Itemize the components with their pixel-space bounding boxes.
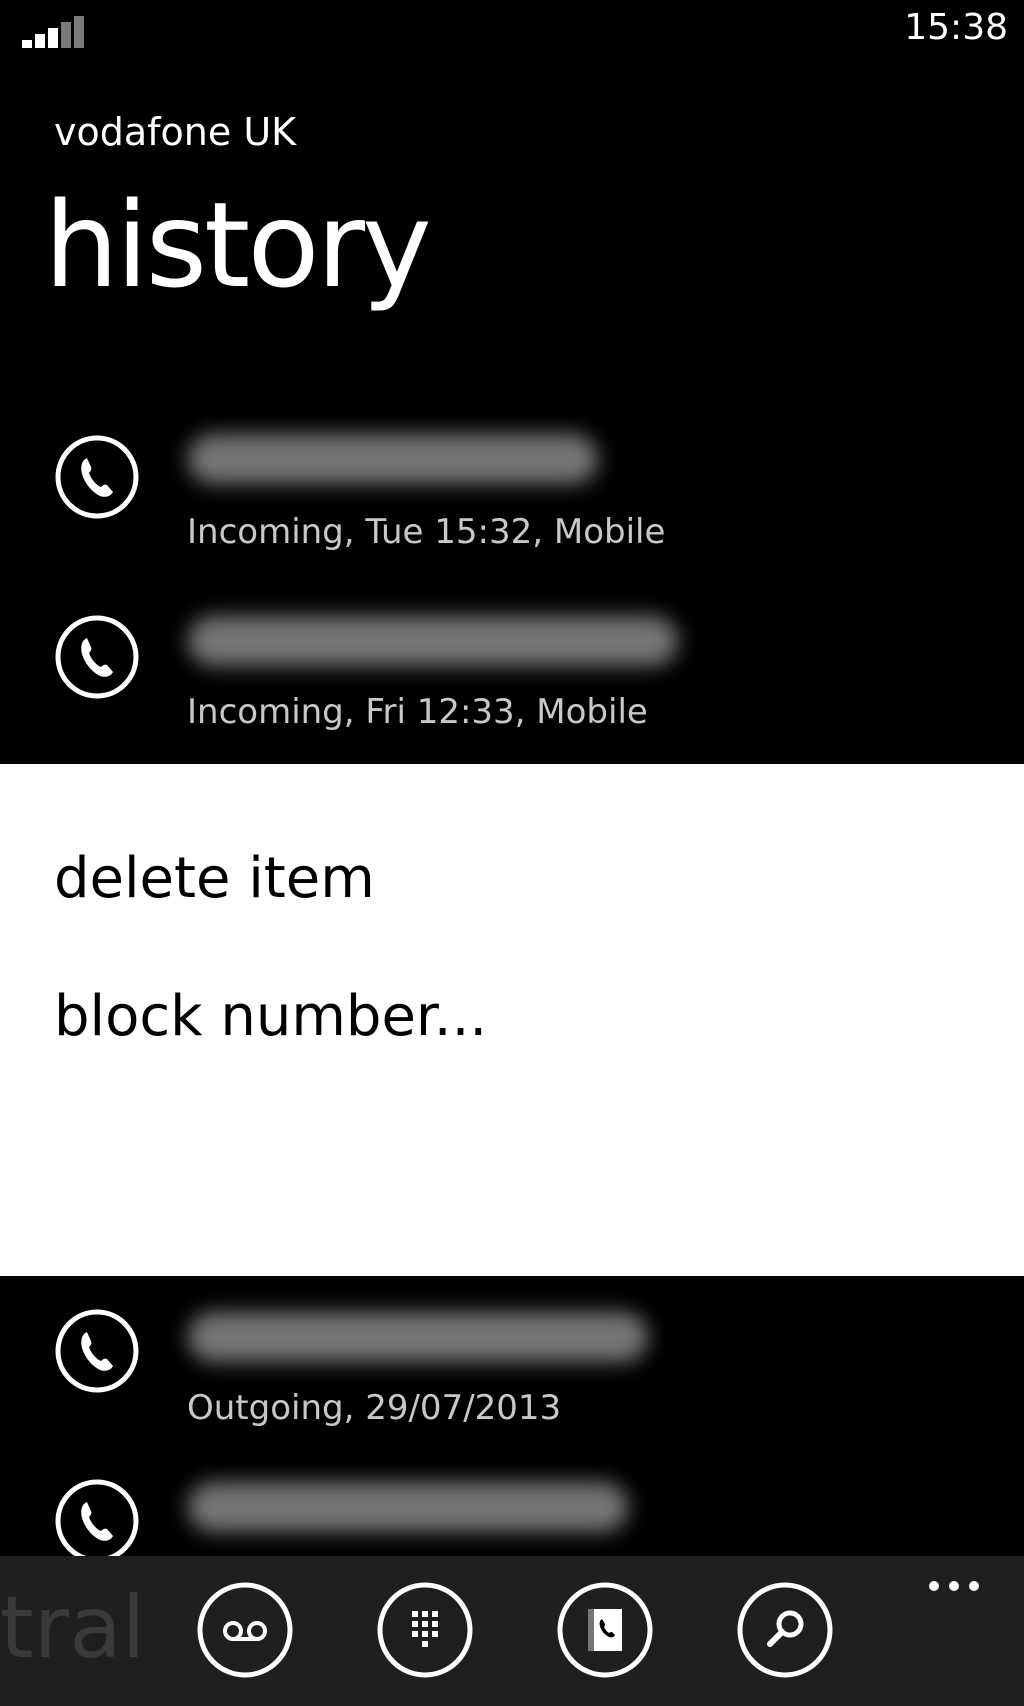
contact-name-blurred [188,434,598,484]
status-bar: 15:38 [0,0,1024,60]
phone-icon [55,1309,139,1393]
phone-icon [55,615,139,699]
status-clock: 15:38 [904,7,1008,48]
call-detail: Outgoing, 29/07/2013 [187,1388,562,1428]
voicemail-icon[interactable] [196,1581,294,1679]
call-history-item[interactable]: Incoming, Fri 12:33, Mobile [0,594,1024,754]
contact-name-blurred [188,1312,648,1362]
menu-item-delete-item[interactable]: delete item [54,844,375,914]
context-menu: delete item block number... [0,764,1024,1276]
more-dots-icon[interactable] [924,1572,984,1600]
call-history-item[interactable] [0,1462,1024,1556]
contacts-icon[interactable] [556,1581,654,1679]
phone-icon [55,435,139,519]
page-title: history [44,176,432,314]
call-detail: Incoming, Fri 12:33, Mobile [187,692,648,732]
app-bar: tral [0,1556,1024,1706]
watermark-text: tral [0,1578,146,1678]
contact-name-blurred [188,616,678,666]
contact-name-blurred [188,1482,628,1532]
search-icon[interactable] [736,1581,834,1679]
call-history-item[interactable]: Incoming, Tue 15:32, Mobile [0,414,1024,574]
keypad-icon[interactable] [376,1581,474,1679]
carrier-name: vodafone UK [54,110,297,154]
call-history-item[interactable]: Outgoing, 29/07/2013 [0,1292,1024,1452]
menu-item-block-number[interactable]: block number... [54,982,487,1052]
call-detail: Incoming, Tue 15:32, Mobile [187,512,666,552]
phone-icon [55,1479,139,1556]
signal-strength-icon [22,16,92,48]
